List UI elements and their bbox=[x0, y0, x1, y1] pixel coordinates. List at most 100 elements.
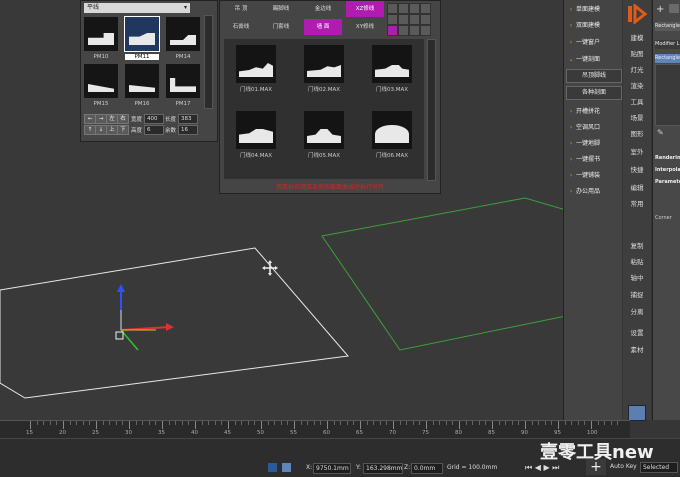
modifier-stack bbox=[655, 64, 680, 126]
x-coordinate-field[interactable]: 9750.1mm bbox=[313, 463, 351, 474]
auto-key-button[interactable]: Auto Key bbox=[610, 463, 637, 470]
tab-wall-surface[interactable]: 墙 面 bbox=[304, 19, 342, 35]
modify-tab-icon[interactable] bbox=[669, 4, 679, 13]
menu-item-office-supplies[interactable]: › 办公用品 bbox=[566, 186, 620, 198]
menu-item-ac-vent[interactable]: › 空调风口 bbox=[566, 122, 620, 134]
category-exterior[interactable]: 室外 bbox=[626, 146, 648, 156]
category-edit[interactable]: 编辑 bbox=[626, 182, 648, 192]
profile-item[interactable]: 门线04.MAX bbox=[236, 111, 276, 159]
rollout-interpolation[interactable]: Interpolation bbox=[655, 166, 680, 175]
menu-item-one-click-floor[interactable]: › 一键地脚 bbox=[566, 138, 620, 150]
tab-metal-edge[interactable]: 金边线 bbox=[304, 1, 342, 17]
category-dropdown-value: 平线 bbox=[87, 4, 100, 11]
align-cell[interactable] bbox=[420, 14, 431, 25]
menu-item-one-click-section[interactable]: ⌄ 一键剖面 bbox=[566, 54, 620, 66]
menu-item-ceiling-molding[interactable]: 吊顶脚线 bbox=[566, 69, 622, 83]
menu-item-double-sided-modeling[interactable]: › 双面建模 bbox=[566, 20, 620, 32]
profile-library-scrollbar[interactable] bbox=[204, 15, 213, 109]
align-cell[interactable] bbox=[398, 3, 409, 14]
tool-detach[interactable]: 分离 bbox=[626, 306, 648, 316]
lock-selection-icon[interactable] bbox=[268, 463, 277, 472]
tab-xy-trim[interactable]: XY修线 bbox=[346, 19, 384, 35]
align-cell[interactable] bbox=[420, 3, 431, 14]
menu-item-label: 一键地脚 bbox=[576, 140, 601, 147]
absolute-mode-icon[interactable] bbox=[282, 463, 291, 472]
profile-item[interactable]: 门线02.MAX bbox=[304, 45, 344, 93]
width-field[interactable]: 400 bbox=[144, 114, 164, 124]
profile-thumb-pm14[interactable]: PM14 bbox=[166, 17, 200, 60]
z-coordinate-field[interactable]: 0.0mm bbox=[411, 463, 443, 474]
menu-item-various-sections[interactable]: 各种剖面 bbox=[566, 86, 622, 100]
category-lighting[interactable]: 灯光 bbox=[626, 64, 648, 74]
modifier-stack-item[interactable]: Rectangle bbox=[655, 54, 680, 63]
tab-door-casing[interactable]: 门套线 bbox=[262, 19, 300, 35]
tool-paste[interactable]: 粘贴 bbox=[626, 256, 648, 266]
profile-thumb-pm10[interactable]: PM10 bbox=[84, 17, 118, 60]
align-cell[interactable] bbox=[387, 3, 398, 14]
length-field[interactable]: 383 bbox=[178, 114, 198, 124]
profile-browser-scrollbar[interactable] bbox=[427, 39, 436, 181]
timeline-minor-tick bbox=[208, 421, 210, 425]
playback-controls[interactable]: ⏮ ◀ ▶ ⏭ bbox=[525, 463, 559, 473]
timeline-minor-tick bbox=[551, 421, 553, 425]
height-field[interactable]: 6 bbox=[144, 125, 164, 135]
profile-thumb-pm17[interactable]: PM17 bbox=[166, 64, 200, 107]
menu-item-one-click-window[interactable]: › 一键窗户 bbox=[566, 37, 620, 49]
align-cell[interactable] bbox=[387, 14, 398, 25]
align-cell[interactable] bbox=[398, 25, 409, 36]
category-shortcuts[interactable]: 快捷 bbox=[626, 164, 648, 174]
align-cell[interactable] bbox=[409, 3, 420, 14]
rollout-parameters[interactable]: Parameters bbox=[655, 178, 680, 187]
profile-thumb-pm11[interactable]: PM11 bbox=[124, 16, 160, 60]
plugin-category-strip: 建模 贴图 灯光 渲染 工具 场景 图形 室外 快捷 编辑 常用 复制 粘贴 轴… bbox=[623, 0, 651, 421]
category-dropdown[interactable]: 平线 ▾ bbox=[84, 3, 190, 13]
align-cell[interactable] bbox=[420, 25, 431, 36]
category-modeling[interactable]: 建模 bbox=[626, 32, 648, 42]
object-name-field[interactable]: Rectangle bbox=[655, 22, 680, 31]
tab-ceiling[interactable]: 吊 顶 bbox=[222, 1, 260, 17]
tool-pivot-center[interactable]: 轴中 bbox=[626, 272, 648, 282]
y-coordinate-field[interactable]: 163.298mm bbox=[363, 463, 403, 474]
category-render[interactable]: 渲染 bbox=[626, 80, 648, 90]
timeline-minor-tick bbox=[122, 421, 124, 425]
profile-thumb-pm16[interactable]: PM16 bbox=[125, 64, 159, 107]
tab-xz-trim[interactable]: XZ修线 bbox=[346, 1, 384, 17]
menu-item-one-click-books[interactable]: › 一键摆书 bbox=[566, 154, 620, 166]
tool-materials[interactable]: 素材 bbox=[626, 344, 648, 354]
tool-settings[interactable]: 设置 bbox=[626, 327, 648, 337]
tab-plaster-line[interactable]: 石膏线 bbox=[222, 19, 260, 35]
create-plus-icon[interactable]: + bbox=[656, 4, 664, 15]
profile-item[interactable]: 门线06.MAX bbox=[372, 111, 412, 159]
align-cell[interactable] bbox=[409, 25, 420, 36]
screen-icon[interactable] bbox=[628, 405, 646, 421]
modifier-list-dropdown[interactable]: Modifier List bbox=[655, 40, 680, 49]
timeline-ruler[interactable]: 15 20 25 30 35 40 45 50 55 60 65 70 75 80 85 90 95 100 bbox=[0, 420, 630, 439]
tool-snap[interactable]: 捕捉 bbox=[626, 289, 648, 299]
profile-item[interactable]: 门线01.MAX bbox=[236, 45, 276, 93]
menu-item-one-click-paving[interactable]: › 一键铺装 bbox=[566, 170, 620, 182]
tool-copy[interactable]: 复制 bbox=[626, 240, 648, 250]
align-cell[interactable] bbox=[398, 14, 409, 25]
align-cell[interactable] bbox=[409, 14, 420, 25]
category-tools[interactable]: 工具 bbox=[626, 96, 648, 106]
offset-field[interactable]: 16 bbox=[178, 125, 198, 135]
align-cell-selected[interactable] bbox=[387, 25, 398, 36]
tab-baseboard[interactable]: 踢脚线 bbox=[262, 1, 300, 17]
rollout-rendering[interactable]: Rendering bbox=[655, 154, 680, 163]
timeline-tick-label: 40 bbox=[191, 430, 198, 436]
category-scene[interactable]: 场景 bbox=[626, 112, 648, 122]
category-shapes[interactable]: 图形 bbox=[626, 128, 648, 138]
menu-item-label: 一键铺装 bbox=[576, 172, 601, 179]
profile-item[interactable]: 门线03.MAX bbox=[372, 45, 412, 93]
category-texture[interactable]: 贴图 bbox=[626, 48, 648, 58]
menu-item-single-sided-modeling[interactable]: › 单面建模 bbox=[566, 4, 620, 16]
timeline-minor-tick bbox=[43, 421, 45, 425]
pin-icon[interactable]: ✎ bbox=[657, 128, 664, 137]
category-common[interactable]: 常用 bbox=[626, 198, 648, 208]
down-button[interactable]: 下 bbox=[117, 125, 129, 135]
profile-thumb-pm15[interactable]: PM15 bbox=[84, 64, 118, 107]
right-button[interactable]: 右 bbox=[117, 114, 129, 124]
menu-item-groove-pattern[interactable]: › 开槽拼花 bbox=[566, 106, 620, 118]
timeline-tick bbox=[195, 421, 196, 429]
profile-item[interactable]: 门线05.MAX bbox=[304, 111, 344, 159]
